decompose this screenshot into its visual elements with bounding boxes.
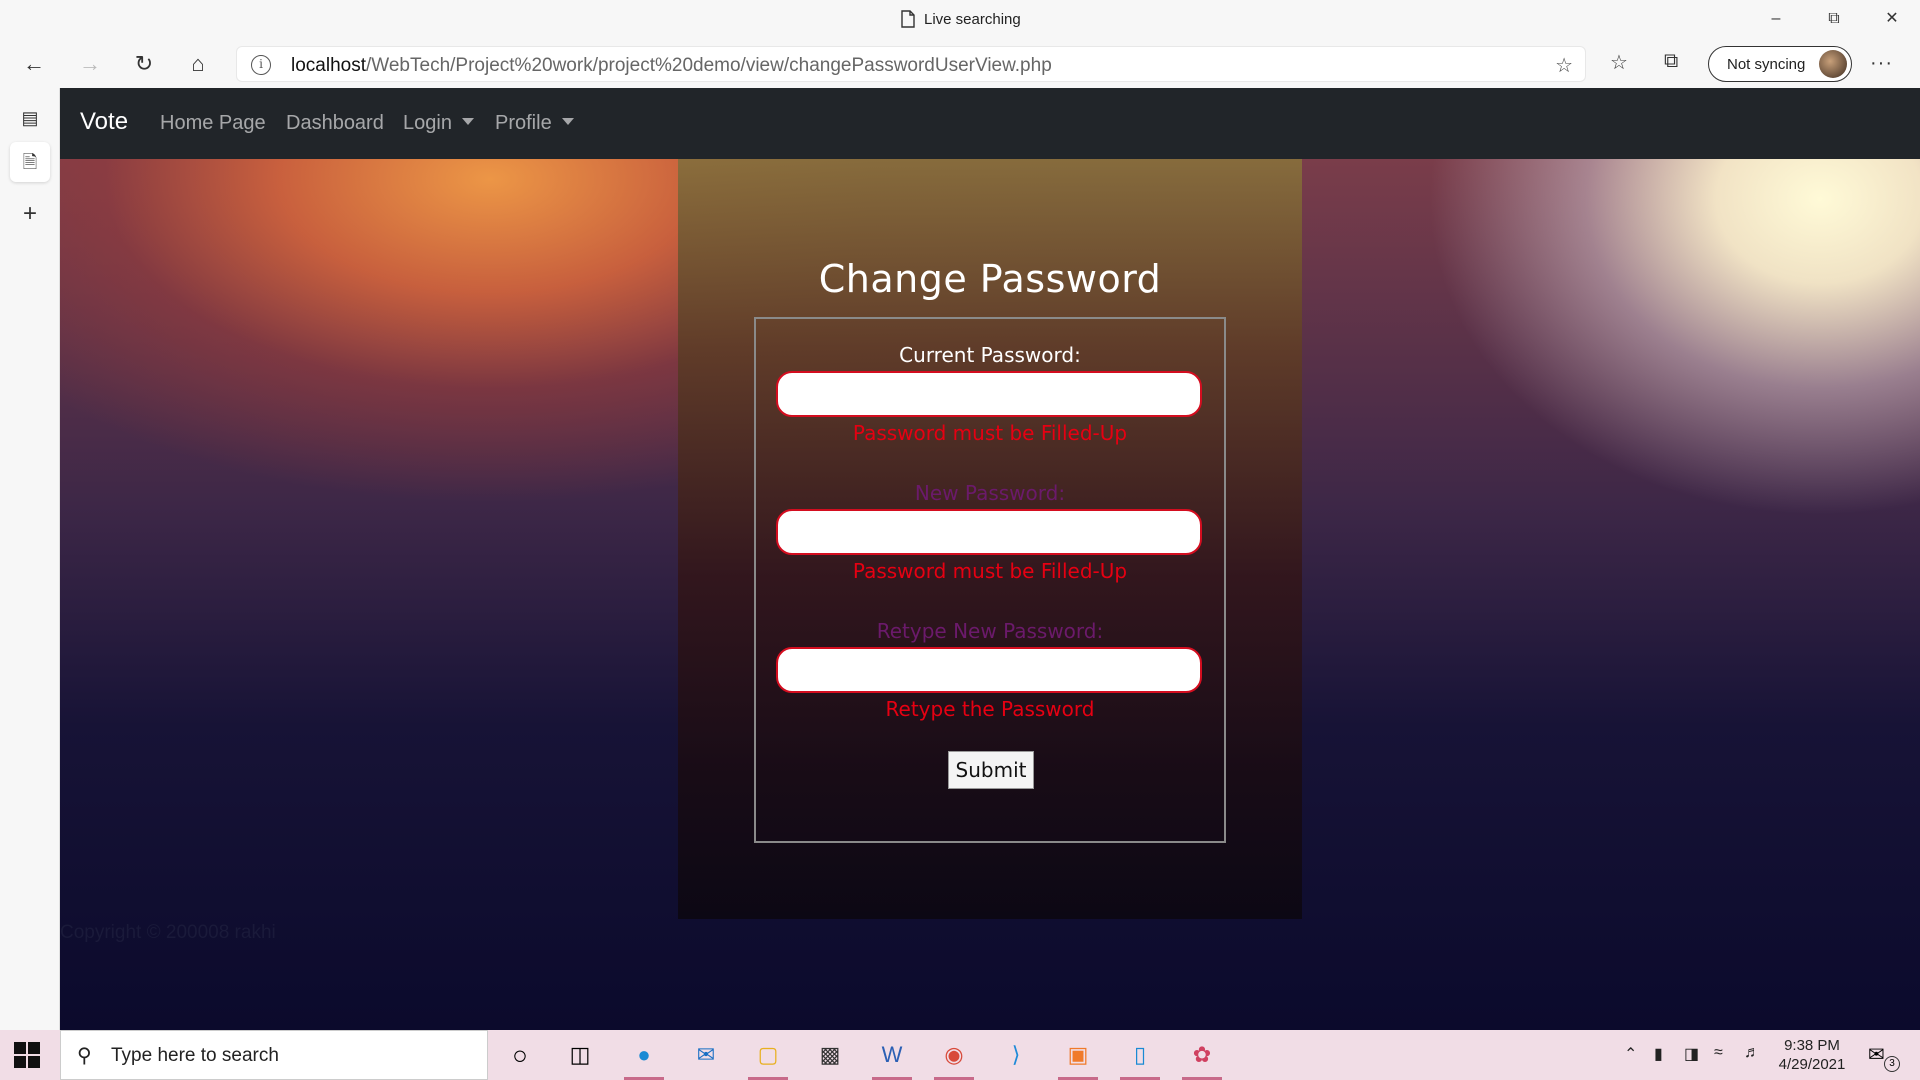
page-icon [901, 10, 915, 28]
change-password-panel: Change Password Current Password: Passwo… [678, 159, 1302, 919]
chevron-up-icon[interactable]: ⌃ [1624, 1044, 1637, 1064]
url-path: /WebTech/Project%20work/project%20demo/v… [366, 55, 1052, 76]
word-icon[interactable]: W [872, 1038, 912, 1080]
cortana-icon[interactable]: ○ [500, 1038, 540, 1072]
mail-icon[interactable]: ✉ [686, 1038, 726, 1072]
meet-now-icon[interactable]: ◨ [1684, 1044, 1699, 1064]
xampp-icon[interactable]: ▣ [1058, 1038, 1098, 1080]
task-view-icon[interactable]: ◫ [560, 1038, 600, 1072]
more-icon[interactable]: ··· [1870, 52, 1893, 75]
refresh-icon[interactable]: ↻ [126, 48, 162, 80]
address-bar[interactable]: i localhost/WebTech/Project%20work/proje… [236, 46, 1586, 82]
new-password-error: Password must be Filled-Up [852, 559, 1128, 583]
current-password-error: Password must be Filled-Up [852, 421, 1128, 445]
site-navbar: Vote Home Page Dashboard Login Profile [60, 88, 1920, 159]
nav-login-label: Login [403, 112, 452, 134]
caret-down-icon [561, 118, 574, 125]
caret-down-icon [461, 118, 474, 125]
tab-actions-icon[interactable]: ▤ [10, 98, 50, 138]
page-title: Change Password [818, 257, 1162, 301]
copyright-text: Copyright © 200008 rakhi [60, 922, 276, 943]
info-icon[interactable]: i [251, 55, 271, 75]
new-tab-icon[interactable]: + [10, 194, 50, 234]
avatar [1819, 50, 1847, 78]
window-title-bar: Live searching – ⧉ ✕ [0, 0, 1920, 40]
url-text[interactable]: localhost/WebTech/Project%20work/project… [291, 55, 1052, 77]
forward-arrow-icon[interactable]: → [72, 48, 108, 80]
file-explorer-icon[interactable]: ▢ [748, 1038, 788, 1080]
retype-password-input[interactable] [776, 647, 1202, 693]
clock-date: 4/29/2021 [1778, 1056, 1846, 1073]
profile-sync-button[interactable]: Not syncing [1708, 46, 1852, 82]
taskbar-search[interactable]: ⚲ Type here to search [60, 1030, 488, 1080]
snip-icon[interactable]: ✿ [1182, 1038, 1222, 1080]
favorites-icon[interactable]: ☆ [1610, 50, 1628, 75]
brand-link[interactable]: Vote [80, 108, 128, 136]
search-icon: ⚲ [77, 1045, 92, 1067]
sync-label: Not syncing [1727, 56, 1806, 73]
taskbar: ⚲ Type here to search ○ ◫ ● ✉ ▢ ▩ W ◉ ⟩ … [0, 1030, 1920, 1080]
wifi-icon[interactable]: ≈ [1714, 1044, 1723, 1062]
submit-button[interactable]: Submit [948, 751, 1034, 789]
retype-password-label: Retype New Password: [876, 619, 1104, 643]
battery-icon[interactable]: ▮ [1654, 1044, 1663, 1064]
minimize-button[interactable]: – [1756, 6, 1796, 32]
current-password-label: Current Password: [899, 343, 1081, 367]
clock-time: 9:38 PM [1784, 1037, 1840, 1054]
current-password-input[interactable] [776, 371, 1202, 417]
tab-page-icon[interactable]: 🗎 [10, 142, 50, 182]
taskbar-search-placeholder: Type here to search [111, 1045, 279, 1066]
retype-password-error: Retype the Password [885, 697, 1095, 721]
url-host: localhost [291, 55, 366, 76]
nav-login-dropdown[interactable]: Login [403, 112, 474, 135]
tab-title: Live searching [900, 10, 1021, 28]
chrome-icon[interactable]: ◉ [934, 1038, 974, 1080]
store-icon[interactable]: ▩ [810, 1038, 850, 1072]
browser-toolbar: ← → ↻ ⌂ i localhost/WebTech/Project%20wo… [0, 40, 1920, 88]
back-arrow-icon[interactable]: ← [16, 48, 52, 80]
home-icon[interactable]: ⌂ [180, 48, 216, 80]
collections-icon[interactable]: ⧉ [1664, 50, 1678, 73]
favorite-add-icon[interactable]: ☆ [1555, 53, 1573, 78]
nav-profile-dropdown[interactable]: Profile [495, 112, 574, 135]
change-password-form: Current Password: Password must be Fille… [754, 317, 1226, 843]
new-password-input[interactable] [776, 509, 1202, 555]
new-password-label: New Password: [914, 481, 1066, 505]
vertical-tabs-sidebar: ▤ 🗎 + [0, 88, 60, 1030]
close-button[interactable]: ✕ [1872, 6, 1912, 32]
notification-icon[interactable]: ✉ [1868, 1042, 1885, 1067]
edge-icon[interactable]: ● [624, 1038, 664, 1080]
notification-count: 3 [1884, 1056, 1900, 1072]
nav-profile-label: Profile [495, 112, 552, 134]
restore-button[interactable]: ⧉ [1814, 6, 1854, 32]
clock[interactable]: 9:38 PM 4/29/2021 [1770, 1036, 1854, 1074]
nav-home-page[interactable]: Home Page [160, 112, 266, 135]
nav-dashboard[interactable]: Dashboard [286, 112, 384, 135]
volume-icon[interactable]: ♬ [1744, 1044, 1760, 1062]
page-viewport: Vote Home Page Dashboard Login Profile C… [60, 88, 1920, 1030]
app-icon[interactable]: ▯ [1120, 1038, 1160, 1080]
vscode-icon[interactable]: ⟩ [996, 1038, 1036, 1072]
tab-title-text: Live searching [924, 10, 1021, 28]
windows-start-icon[interactable] [14, 1042, 40, 1068]
